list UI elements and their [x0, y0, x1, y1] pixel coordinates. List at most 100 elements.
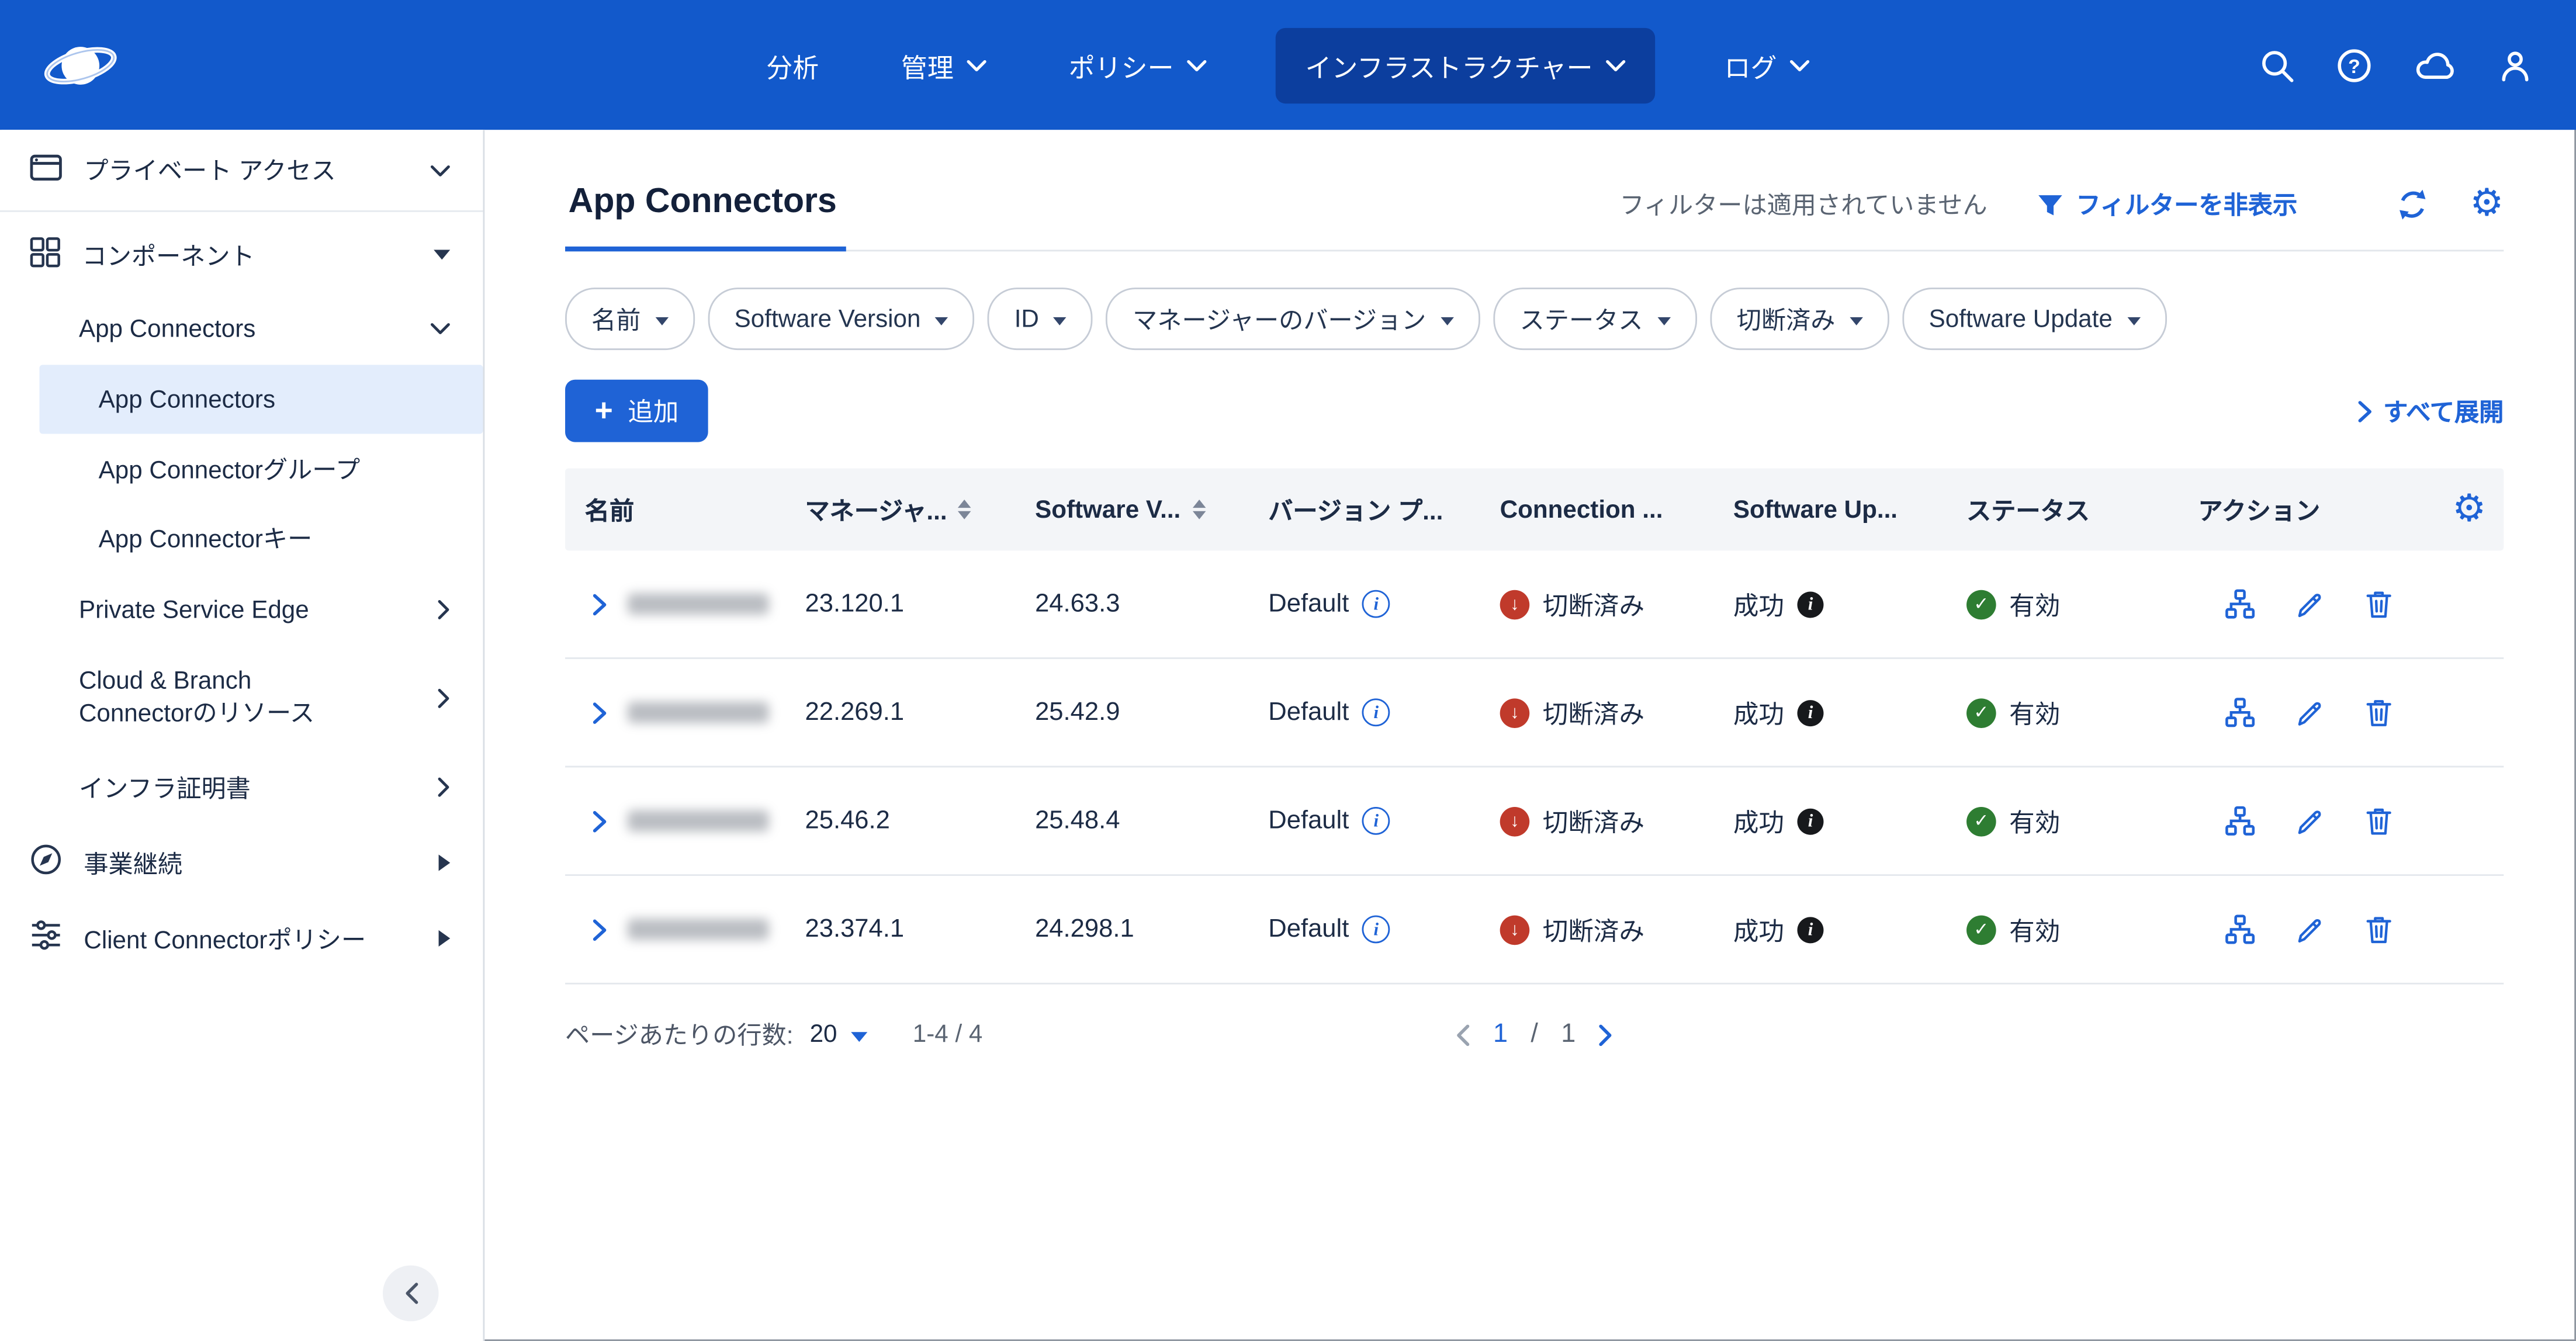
nav-infrastructure[interactable]: インフラストラクチャー — [1276, 27, 1656, 102]
edit-pencil-icon[interactable] — [2295, 589, 2325, 619]
sort-icon[interactable] — [1192, 500, 1205, 519]
edit-pencil-icon[interactable] — [2295, 698, 2325, 727]
info-icon[interactable]: i — [1798, 699, 1824, 726]
delete-trash-icon[interactable] — [2364, 697, 2394, 728]
sidebar-item-private-access[interactable]: プライベート アクセス — [0, 130, 483, 212]
sidebar-label-line2: Connectorのリソース — [79, 698, 314, 732]
table-row: 23.374.1 24.298.1 Default i ↓ 切断済み 成功 i … — [565, 876, 2504, 985]
sidebar-label: App Connectorキー — [99, 520, 313, 555]
edit-pencil-icon[interactable] — [2295, 914, 2325, 944]
hide-filters-button[interactable]: フィルターを非表示 — [2037, 188, 2297, 222]
service-hierarchy-icon[interactable] — [2224, 914, 2255, 945]
header-version-profile[interactable]: バージョン プ... — [1268, 492, 1500, 526]
expand-row-icon[interactable] — [591, 809, 608, 832]
service-hierarchy-icon[interactable] — [2224, 697, 2255, 728]
sidebar-item-infra-certificates[interactable]: インフラ証明書 — [0, 750, 483, 825]
sidebar-label-line1: Cloud & Branch — [79, 665, 314, 698]
connection-status-cell: ↓ 切断済み — [1500, 694, 1733, 730]
sidebar-item-app-connectors-group[interactable]: App Connectors — [0, 293, 483, 365]
delete-trash-icon[interactable] — [2364, 805, 2394, 836]
expand-all-button[interactable]: すべて展開 — [2357, 394, 2504, 428]
sidebar-item-private-service-edge[interactable]: Private Service Edge — [0, 572, 483, 647]
filter-chip-software-version[interactable]: Software Version — [708, 287, 975, 350]
sidebar-item-client-connector-policy[interactable]: Client Connectorポリシー — [0, 900, 483, 976]
info-icon[interactable]: i — [1798, 808, 1824, 834]
sidebar-item-business-continuity[interactable]: 事業継続 — [0, 825, 483, 900]
add-button-label: 追加 — [628, 393, 678, 429]
edit-pencil-icon[interactable] — [2295, 806, 2325, 836]
header-status[interactable]: ステータス — [1966, 492, 2198, 526]
status-cell: ✓ 有効 — [1966, 586, 2198, 622]
chevron-down-icon — [850, 1031, 867, 1041]
info-icon[interactable]: i — [1362, 698, 1390, 726]
expand-row-icon[interactable] — [591, 701, 608, 724]
next-page-icon[interactable] — [1599, 1023, 1614, 1046]
header-software-update[interactable]: Software Up... — [1733, 495, 1966, 524]
nav-administration[interactable]: 管理 — [888, 29, 999, 101]
cloud-icon[interactable] — [2414, 47, 2456, 83]
filter-chip-id[interactable]: ID — [988, 287, 1093, 350]
nav-label: 分析 — [766, 45, 819, 85]
manager-version-cell: 23.120.1 — [805, 589, 1036, 619]
info-icon[interactable]: i — [1362, 916, 1390, 944]
zscaler-logo[interactable] — [43, 39, 118, 91]
header-name[interactable]: 名前 — [565, 492, 805, 526]
header-manager-version[interactable]: マネージャ... — [805, 492, 1036, 526]
table-columns-gear-icon[interactable]: ⚙ — [2435, 491, 2504, 529]
previous-page-icon[interactable] — [1455, 1023, 1470, 1046]
expand-row-icon[interactable] — [591, 592, 608, 615]
add-button[interactable]: + 追加 — [565, 380, 708, 442]
info-icon[interactable]: i — [1798, 591, 1824, 617]
sidebar-item-components[interactable]: コンポーネント — [0, 217, 483, 292]
delete-trash-icon[interactable] — [2364, 588, 2394, 619]
filter-chip-disconnected[interactable]: 切断済み — [1711, 287, 1889, 350]
sidebar-item-cloud-branch-connector[interactable]: Cloud & Branch Connectorのリソース — [0, 647, 483, 749]
filter-chip-manager-version[interactable]: マネージャーのバージョン — [1106, 287, 1480, 350]
user-icon[interactable] — [2497, 47, 2533, 83]
software-update-cell: 成功 i — [1733, 912, 1966, 948]
chevron-down-icon — [936, 316, 948, 324]
sidebar-collapse-button[interactable] — [383, 1266, 439, 1322]
nav-label: 管理 — [901, 45, 954, 85]
current-page-number[interactable]: 1 — [1493, 1020, 1508, 1049]
info-icon[interactable]: i — [1362, 807, 1390, 835]
filter-chip-software-update[interactable]: Software Update — [1903, 287, 2167, 350]
service-hierarchy-icon[interactable] — [2224, 805, 2255, 836]
triangle-right-icon — [439, 855, 451, 871]
filter-chip-status[interactable]: ステータス — [1494, 287, 1698, 350]
rows-per-page-select[interactable]: 20 — [810, 1021, 867, 1049]
info-icon[interactable]: i — [1798, 916, 1824, 942]
nav-label: ログ — [1724, 45, 1777, 85]
page-settings-gear-icon[interactable]: ⚙ — [2470, 186, 2504, 224]
table-header-row: 名前 マネージャ... Software V... バージョン プ... Con… — [565, 469, 2504, 551]
expand-row-icon[interactable] — [591, 918, 608, 941]
header-connection[interactable]: Connection ... — [1500, 495, 1733, 524]
nav-logs[interactable]: ログ — [1711, 29, 1823, 101]
enabled-check-icon: ✓ — [1966, 589, 1996, 619]
help-icon[interactable]: ? — [2336, 47, 2373, 83]
expand-all-label: すべて展開 — [2383, 394, 2504, 428]
sidebar-item-app-connectors[interactable]: App Connectors — [39, 365, 483, 434]
connection-status-value: 切断済み — [1543, 912, 1644, 948]
version-profile-cell: Default i — [1268, 806, 1500, 836]
nav-analytics[interactable]: 分析 — [753, 29, 832, 101]
header-software-version[interactable]: Software V... — [1035, 495, 1268, 524]
status-cell: ✓ 有効 — [1966, 912, 2198, 948]
sidebar-item-app-connector-keys[interactable]: App Connectorキー — [0, 503, 483, 572]
refresh-icon[interactable] — [2396, 188, 2430, 222]
info-icon[interactable]: i — [1362, 590, 1390, 618]
page-separator: / — [1531, 1020, 1538, 1049]
manager-version-cell: 23.374.1 — [805, 914, 1036, 944]
service-hierarchy-icon[interactable] — [2224, 588, 2255, 619]
delete-trash-icon[interactable] — [2364, 914, 2394, 945]
filter-chip-name[interactable]: 名前 — [565, 287, 695, 350]
topbar: 分析 管理 ポリシー インフラストラクチャー ログ — [0, 0, 2576, 130]
sidebar-item-app-connector-groups[interactable]: App Connectorグループ — [0, 434, 483, 503]
nav-policy[interactable]: ポリシー — [1055, 29, 1220, 101]
page-title-tab[interactable]: App Connectors — [565, 182, 847, 251]
software-version-cell: 24.63.3 — [1035, 589, 1268, 619]
disconnected-icon: ↓ — [1500, 589, 1530, 619]
sort-icon[interactable] — [958, 500, 971, 519]
search-icon[interactable] — [2259, 47, 2295, 83]
chip-label: 名前 — [591, 302, 640, 336]
